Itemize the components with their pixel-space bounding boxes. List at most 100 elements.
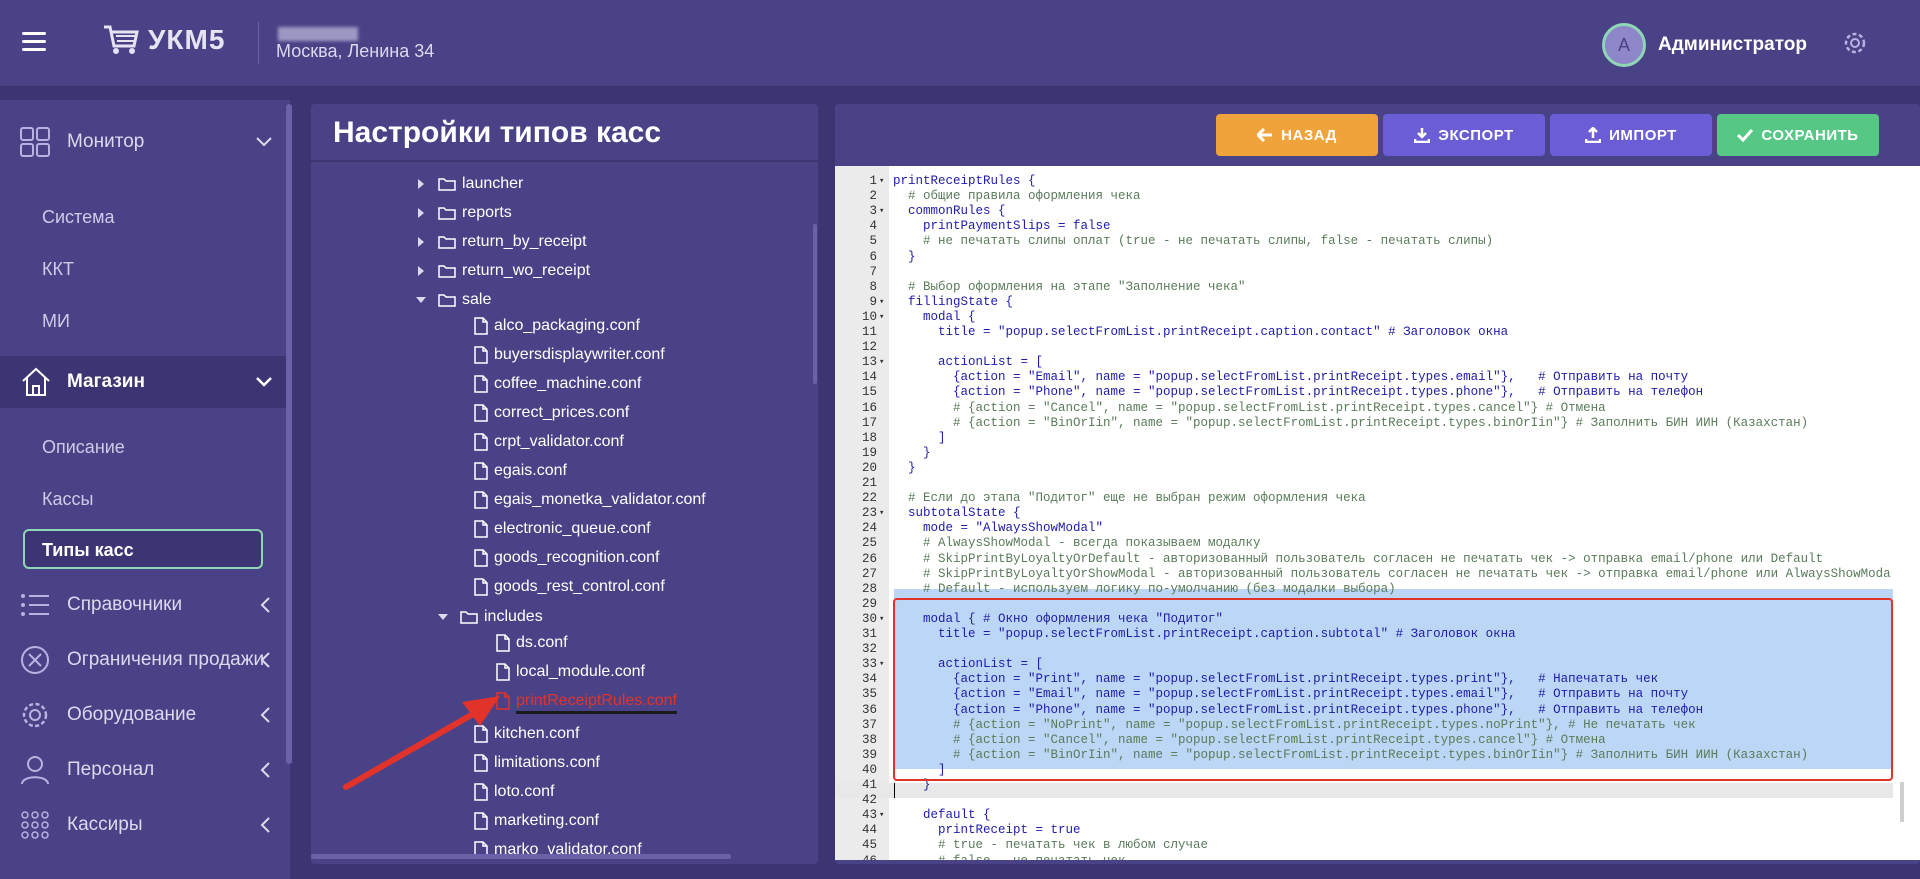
- code-text: }: [893, 445, 931, 460]
- sidebar-sub-description[interactable]: Описание: [42, 437, 125, 458]
- home-icon: [22, 367, 50, 396]
- chevron-left-icon: [260, 707, 270, 723]
- sidebar-item-references[interactable]: Справочники: [0, 585, 290, 625]
- sidebar-sub-mi[interactable]: МИ: [42, 311, 70, 332]
- user-menu[interactable]: А Администратор: [1602, 23, 1807, 67]
- line-number: 9: [869, 294, 877, 309]
- user-name[interactable]: Администратор: [1658, 34, 1807, 56]
- avatar[interactable]: А: [1602, 23, 1646, 67]
- fold-toggle-icon[interactable]: ▾: [879, 204, 884, 219]
- line-number: 22: [861, 491, 877, 506]
- caret-right-icon[interactable]: [416, 237, 426, 247]
- line-number: 16: [861, 400, 877, 415]
- caret-down-icon[interactable]: [416, 295, 426, 305]
- line-number: 2: [869, 189, 877, 204]
- tree-folder[interactable]: launcher: [416, 172, 523, 196]
- chevron-left-icon: [260, 762, 270, 778]
- tree-file[interactable]: printReceiptRules.conf: [496, 689, 677, 714]
- sidebar-item-restrictions[interactable]: Ограничения продажи: [0, 640, 290, 680]
- line-number: 43: [861, 808, 877, 823]
- tree-folder[interactable]: reports: [416, 201, 512, 225]
- tree-file[interactable]: correct_prices.conf: [474, 401, 629, 425]
- gear-icon[interactable]: [1840, 28, 1870, 58]
- code-line: 16 # {action = "Cancel", name = "popup.s…: [835, 401, 1893, 416]
- chevron-down-icon: [256, 137, 272, 147]
- code-line: 10 ▾ modal {: [835, 310, 1893, 325]
- caret-down-icon[interactable]: [438, 612, 448, 622]
- editor-scrollbar-thumb[interactable]: [1900, 782, 1904, 822]
- fold-toggle-icon[interactable]: ▾: [879, 295, 884, 310]
- export-button[interactable]: ЭКСПОРТ: [1383, 114, 1545, 156]
- line-number: 41: [861, 778, 877, 792]
- code-text: # не печатать слипы оплат (true - не печ…: [893, 234, 1494, 249]
- tree-folder[interactable]: sale: [416, 288, 491, 312]
- sidebar-sub-system[interactable]: Система: [42, 207, 115, 228]
- save-button[interactable]: СОХРАНИТЬ: [1717, 114, 1879, 156]
- code-text: fillingState {: [893, 294, 1014, 309]
- fold-toggle-icon[interactable]: ▾: [879, 355, 884, 370]
- line-number: 14: [861, 370, 877, 385]
- fold-toggle-icon[interactable]: ▾: [879, 310, 884, 325]
- sidebar-sub-kassy[interactable]: Кассы: [42, 489, 93, 510]
- fold-toggle-icon[interactable]: ▾: [879, 174, 884, 189]
- tree-folder[interactable]: return_by_receipt: [416, 230, 587, 254]
- tree-item-label: goods_rest_control.conf: [494, 578, 665, 595]
- tree-folder[interactable]: return_wo_receipt: [416, 259, 590, 283]
- tree-file[interactable]: egais.conf: [474, 459, 567, 483]
- person-icon: [21, 756, 49, 785]
- fold-toggle-icon[interactable]: ▾: [879, 657, 884, 672]
- sidebar-item-label: Кассиры: [67, 814, 143, 835]
- line-number: 8: [869, 279, 877, 294]
- caret-right-icon[interactable]: [416, 266, 426, 276]
- folder-icon: [438, 178, 456, 191]
- code-line: 13 ▾ actionList = [: [835, 355, 1893, 370]
- sidebar-item-magazin[interactable]: Магазин: [0, 356, 290, 408]
- editor-scrollbar-track[interactable]: [1893, 166, 1920, 860]
- tree-item-label: includes: [484, 608, 543, 625]
- store-address[interactable]: Москва, Ленина 34: [276, 41, 434, 62]
- sidebar-sub-kkt[interactable]: ККТ: [42, 259, 74, 280]
- sidebar-item-personnel[interactable]: Персонал: [0, 750, 290, 790]
- tree-file[interactable]: marketing.conf: [474, 809, 599, 833]
- code-editor[interactable]: 1 ▾ printReceiptRules {2 # общие правила о…: [835, 166, 1893, 860]
- caret-right-icon[interactable]: [416, 179, 426, 189]
- line-number: 44: [861, 823, 877, 838]
- code-line: 17 # {action = "BinOrIin", name = "popup…: [835, 416, 1893, 431]
- sidebar-item-cashiers[interactable]: Кассиры: [0, 805, 290, 845]
- file-icon: [474, 375, 488, 393]
- tree-file[interactable]: crpt_validator.conf: [474, 430, 624, 454]
- fold-toggle-icon[interactable]: ▾: [879, 506, 884, 521]
- tree-file[interactable]: electronic_queue.conf: [474, 517, 651, 541]
- code-text: # Если до этапа "Подитог" еще не выбран …: [893, 491, 1366, 506]
- tree-file[interactable]: buyersdisplaywriter.conf: [474, 343, 665, 367]
- code-line: 28 # Default - используем логику по-умол…: [835, 582, 1893, 597]
- tree-file[interactable]: goods_recognition.conf: [474, 546, 659, 570]
- import-button[interactable]: ИМПОРТ: [1550, 114, 1712, 156]
- tree-folder[interactable]: includes: [438, 605, 543, 629]
- fold-toggle-icon[interactable]: ▾: [879, 612, 884, 627]
- file-icon: [496, 663, 510, 681]
- folder-icon: [438, 236, 456, 249]
- sidebar-sub-kassa-types[interactable]: Типы касс: [42, 540, 134, 561]
- title-divider: [311, 160, 818, 162]
- fold-toggle-icon[interactable]: ▾: [879, 808, 884, 823]
- code-line: 14 {action = "Email", name = "popup.sele…: [835, 370, 1893, 385]
- tree-file[interactable]: egais_monetka_validator.conf: [474, 488, 706, 512]
- tree-file[interactable]: ds.conf: [496, 631, 568, 655]
- menu-icon[interactable]: [22, 32, 46, 52]
- caret-right-icon[interactable]: [416, 208, 426, 218]
- back-button[interactable]: НАЗАД: [1216, 114, 1378, 156]
- tree-hscrollbar[interactable]: [311, 854, 731, 859]
- tree-item-label: local_module.conf: [516, 663, 645, 680]
- top-bar: УКМ5 Москва, Ленина 34 А Администратор: [0, 0, 1920, 87]
- tree-scrollbar[interactable]: [813, 224, 817, 384]
- sidebar-item-monitor[interactable]: Монитор: [0, 118, 290, 166]
- code-text: ]: [893, 430, 946, 445]
- code-text: title = "popup.selectFromList.printRecei…: [893, 325, 1509, 339]
- tree-file[interactable]: alco_packaging.conf: [474, 314, 640, 338]
- tree-file[interactable]: goods_rest_control.conf: [474, 575, 665, 599]
- code-line: 42: [835, 793, 1893, 808]
- sidebar-item-equipment[interactable]: Оборудование: [0, 695, 290, 735]
- tree-file[interactable]: coffee_machine.conf: [474, 372, 641, 396]
- sidebar-scrollbar[interactable]: [286, 104, 292, 764]
